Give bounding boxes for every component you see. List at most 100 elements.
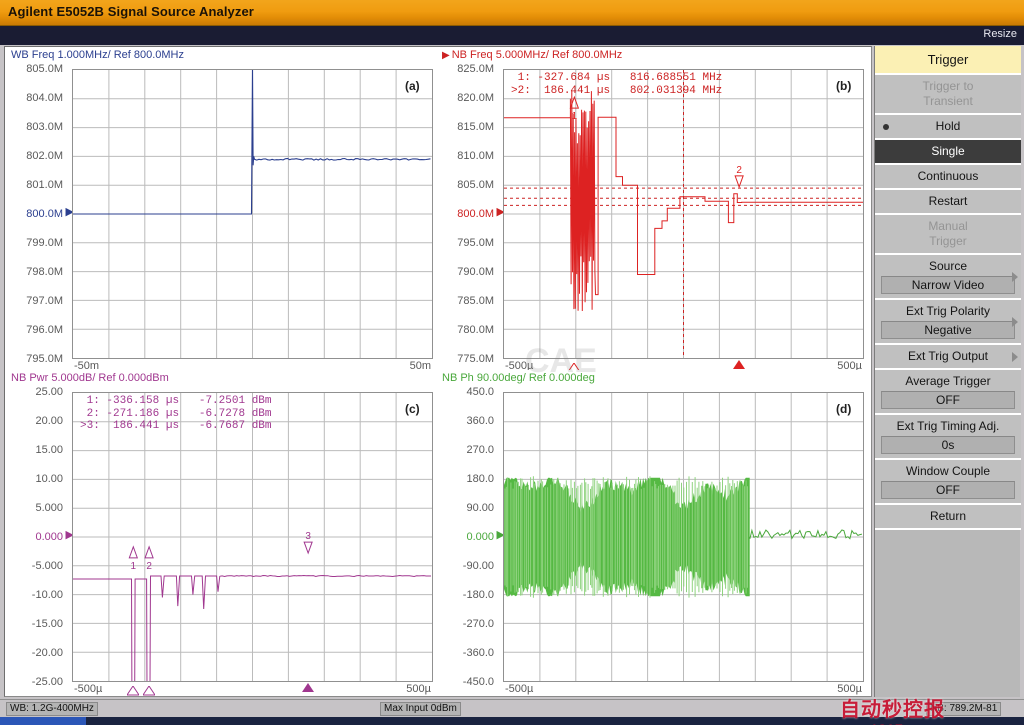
softkey-label: Ext Trig Timing Adj. xyxy=(896,419,1000,433)
softkey-value[interactable]: OFF xyxy=(881,481,1015,499)
y-tick-b-1: 820.0M xyxy=(436,93,494,104)
y-tick-d-2: 270.0 xyxy=(436,445,494,456)
trace-panel-b[interactable]: ▶ NB Freq 5.000MHz/ Ref 800.0MHz 825.0M 820… xyxy=(436,47,871,373)
trace-panel-a[interactable]: WB Freq 1.000MHz/ Ref 800.0MHz 805.0M 804.… xyxy=(5,47,436,372)
x-axis-marker-c-2[interactable] xyxy=(142,683,157,696)
y-tick-d-0: 450.0 xyxy=(436,387,494,398)
softkey-ext-trig-output[interactable]: Ext Trig Output xyxy=(875,345,1021,370)
marker-row[interactable]: 2: -271.186 µs -6.7278 dBm xyxy=(80,408,272,421)
y-tick-label: 820.0M xyxy=(457,92,494,104)
y-tick-label: -10.00 xyxy=(31,589,63,601)
active-trace-arrow-icon: ▶ xyxy=(442,50,450,61)
x-axis-marker-b-2[interactable] xyxy=(733,360,746,369)
status-bar: WB: 1.2G-400MHz Max Input 0dBm NB: 789.2… xyxy=(0,699,1024,717)
x-axis-marker-c-3[interactable] xyxy=(302,683,315,692)
softkey-label: Restart xyxy=(928,194,968,208)
softkey-label: Source xyxy=(928,259,968,273)
softkey-ext-trig-polarity[interactable]: Ext Trig Polarity Negative xyxy=(875,300,1021,345)
marker-measure-value: 816.688551 xyxy=(629,72,696,84)
graph-area-b[interactable]: 12 xyxy=(503,69,864,359)
panel-title-d: NB Ph 90.00deg/ Ref 0.000deg xyxy=(442,372,595,384)
softkey-source[interactable]: Source Narrow Video xyxy=(875,255,1021,300)
softkey-window-couple[interactable]: Window Couple OFF xyxy=(875,460,1021,505)
y-tick-a-5: 800.0M ▶ xyxy=(5,207,74,220)
chevron-right-icon xyxy=(1012,271,1018,282)
y-tick-a-7: 798.0M xyxy=(5,267,63,278)
softkey-value[interactable]: OFF xyxy=(881,391,1015,409)
y-tick-label: 799.0M xyxy=(26,237,63,249)
taskbar xyxy=(0,717,1024,725)
graph-marker-number: 1 xyxy=(572,111,578,122)
trace-panel-c[interactable]: NB Pwr 5.000dB/ Ref 0.000dBm 25.00 20.00 15… xyxy=(5,370,436,696)
y-axis-a: 805.0M 804.0M 803.0M 802.0M 801.0M 800.0M ▶ 799… xyxy=(5,64,74,365)
graph-area-d[interactable] xyxy=(503,392,864,682)
marker-prefix: >3: xyxy=(80,420,100,432)
x-tick-left-c: -500µ xyxy=(74,683,103,695)
marker-row[interactable]: >2: 186.441 µs 802.031394 MHz xyxy=(511,85,722,98)
y-tick-label: 825.0M xyxy=(457,63,494,75)
marker-time-unit: µs xyxy=(596,72,611,84)
marker-time-value: -336.158 xyxy=(106,395,160,407)
marker-time-unit: µs xyxy=(596,84,611,97)
y-tick-label: 800.0M xyxy=(457,208,494,220)
softkey-label: Hold xyxy=(935,119,961,133)
softkey-panel: Trigger Trigger to Transient Hold Single Cont… xyxy=(874,46,1021,697)
softkey-return[interactable]: Return xyxy=(875,505,1021,530)
y-tick-d-4: 90.00 xyxy=(436,503,494,514)
app-window: Agilent E5052B Signal Source Analyzer Re… xyxy=(0,0,1024,725)
softkey-restart[interactable]: Restart xyxy=(875,190,1021,215)
graph-marker-c-1[interactable] xyxy=(128,545,139,559)
y-tick-c-0: 25.00 xyxy=(5,387,63,398)
y-tick-label: -5.000 xyxy=(31,560,63,572)
marker-time-value: 186.441 xyxy=(537,84,591,97)
y-axis-c: 25.00 20.00 15.00 10.00 5.000 0.000 ▶ -5.000 -10… xyxy=(5,387,74,688)
graticule-b: 12 xyxy=(504,70,863,358)
softkey-value[interactable]: 0s xyxy=(881,436,1015,454)
y-tick-d-9: -360.0 xyxy=(436,648,494,659)
panel-title-b: ▶ NB Freq 5.000MHz/ Ref 800.0MHz xyxy=(442,49,622,61)
x-axis-marker-c-1[interactable] xyxy=(126,683,141,696)
x-tick-right-c: 500µ xyxy=(406,683,431,695)
softkey-ext-trig-timing-adj[interactable]: Ext Trig Timing Adj. 0s xyxy=(875,415,1021,460)
trace-panel-d[interactable]: NB Ph 90.00deg/ Ref 0.000deg 450.0 360.0 27… xyxy=(436,370,871,696)
marker-row[interactable]: 1: -336.158 µs -7.2501 dBm xyxy=(80,395,272,408)
x-axis-marker-b-1[interactable] xyxy=(567,360,582,373)
marker-time-value: 186.441 xyxy=(106,420,160,432)
softkey-average-trigger[interactable]: Average Trigger OFF xyxy=(875,370,1021,415)
x-tick-right-d: 500µ xyxy=(837,683,862,695)
graph-area-c[interactable]: 12 3 xyxy=(72,392,433,682)
status-wb-range: WB: 1.2G-400MHz xyxy=(6,702,98,716)
y-tick-label: 797.0M xyxy=(26,295,63,307)
marker-row[interactable]: >3: 186.441 µs -6.7687 dBm xyxy=(80,420,272,433)
softkey-value[interactable]: Negative xyxy=(881,321,1015,339)
resize-button[interactable]: Resize xyxy=(983,28,1017,40)
y-tick-label: 0.000 xyxy=(466,531,494,543)
graph-marker-c-3[interactable] xyxy=(303,541,313,555)
y-tick-label: -180.0 xyxy=(462,589,494,601)
y-tick-label: 800.0M xyxy=(26,208,63,220)
y-tick-label: 795.0M xyxy=(457,237,494,249)
y-tick-label: 0.000 xyxy=(35,531,63,543)
softkey-hold[interactable]: Hold xyxy=(875,115,1021,140)
y-tick-c-9: -20.00 xyxy=(5,648,63,659)
marker-measure-value: 802.031394 xyxy=(629,84,696,97)
y-tick-c-2: 15.00 xyxy=(5,445,63,456)
softkey-label: Ext Trig Polarity xyxy=(905,304,991,318)
graph-area-a[interactable] xyxy=(72,69,433,359)
softkey-label: Average Trigger xyxy=(905,374,991,388)
y-tick-label: 795.0M xyxy=(26,353,63,365)
softkey-single[interactable]: Single xyxy=(875,140,1021,165)
softkey-label: Ext Trig Output xyxy=(907,349,989,363)
graph-marker-c-2[interactable] xyxy=(144,545,154,559)
marker-time-unit: µs xyxy=(165,407,180,420)
graph-marker-number: 3 xyxy=(305,531,311,542)
marker-prefix: 1: xyxy=(511,72,531,84)
marker-row[interactable]: 1: -327.684 µs 816.688551 MHz xyxy=(511,72,723,85)
radio-indicator-icon xyxy=(883,123,889,130)
y-tick-label: 450.0 xyxy=(466,386,494,398)
marker-measure-unit: dBm xyxy=(251,395,272,407)
softkey-value[interactable]: Narrow Video xyxy=(881,276,1015,294)
y-tick-label: 810.0M xyxy=(457,150,494,162)
softkey-continuous[interactable]: Continuous xyxy=(875,165,1021,190)
y-tick-label: 15.00 xyxy=(35,444,63,456)
